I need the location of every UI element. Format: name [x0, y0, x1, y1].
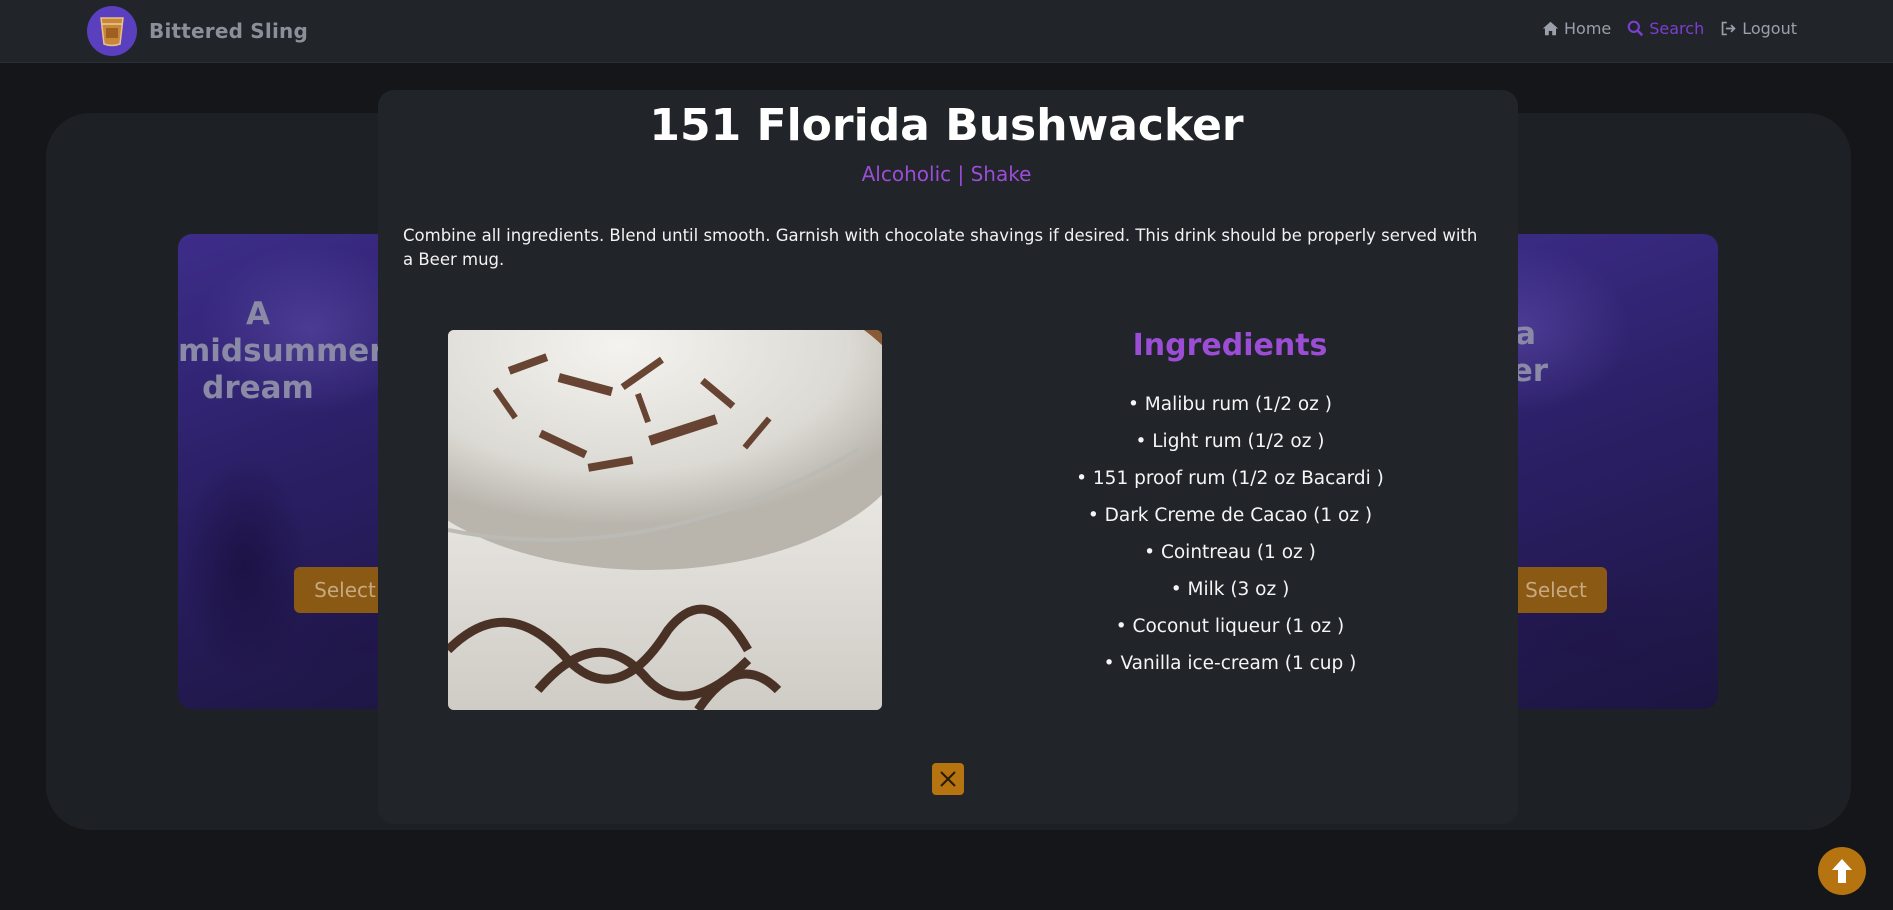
nav-links: Home Search Logout [1542, 19, 1797, 38]
nav-logout-label: Logout [1742, 19, 1797, 38]
ingredient-item: • Malibu rum (1/2 oz ) [1128, 394, 1332, 415]
drink-card-title: A midsummer dream [178, 296, 385, 406]
search-icon [1627, 20, 1644, 37]
nav-logout-link[interactable]: Logout [1720, 19, 1797, 38]
logout-icon [1721, 21, 1736, 36]
navbar: Bittered Sling Home Search Logout [0, 0, 1893, 63]
nav-home-link[interactable]: Home [1542, 19, 1611, 38]
modal-description: Combine all ingredients. Blend until smo… [403, 226, 1478, 269]
select-button[interactable]: Select [1505, 567, 1607, 613]
scroll-to-top-button[interactable] [1818, 847, 1866, 895]
close-modal-button[interactable] [932, 763, 964, 795]
brand[interactable]: Bittered Sling [87, 6, 308, 56]
ingredient-item: • Light rum (1/2 oz ) [1135, 431, 1325, 452]
drink-image [448, 330, 882, 710]
modal-title: 151 Florida Bushwacker [649, 100, 1244, 151]
footer-peek [0, 896, 1893, 910]
ingredient-item: • Cointreau (1 oz ) [1144, 542, 1316, 563]
ingredient-item: • 151 proof rum (1/2 oz Bacardi ) [1076, 468, 1384, 489]
arrow-up-icon [1832, 859, 1852, 883]
ingredients-heading: Ingredients [1132, 328, 1328, 363]
ingredient-list: • Malibu rum (1/2 oz ) • Light rum (1/2 … [1030, 386, 1430, 682]
nav-home-label: Home [1564, 19, 1612, 38]
ingredient-item: • Dark Creme de Cacao (1 oz ) [1087, 505, 1373, 526]
brand-name: Bittered Sling [149, 19, 308, 43]
nav-search-label: Search [1649, 19, 1705, 38]
ingredient-item: • Vanilla ice-cream (1 cup ) [1103, 653, 1357, 674]
home-icon [1542, 21, 1559, 36]
ingredient-item: • Coconut liqueur (1 oz ) [1115, 616, 1345, 637]
close-icon [940, 771, 956, 787]
nav-search-link[interactable]: Search [1627, 19, 1704, 38]
ingredient-item: • Milk (3 oz ) [1170, 579, 1290, 600]
cocktail-glass-logo-icon [87, 6, 137, 56]
modal-subtitle: Alcoholic | Shake [861, 162, 1032, 186]
